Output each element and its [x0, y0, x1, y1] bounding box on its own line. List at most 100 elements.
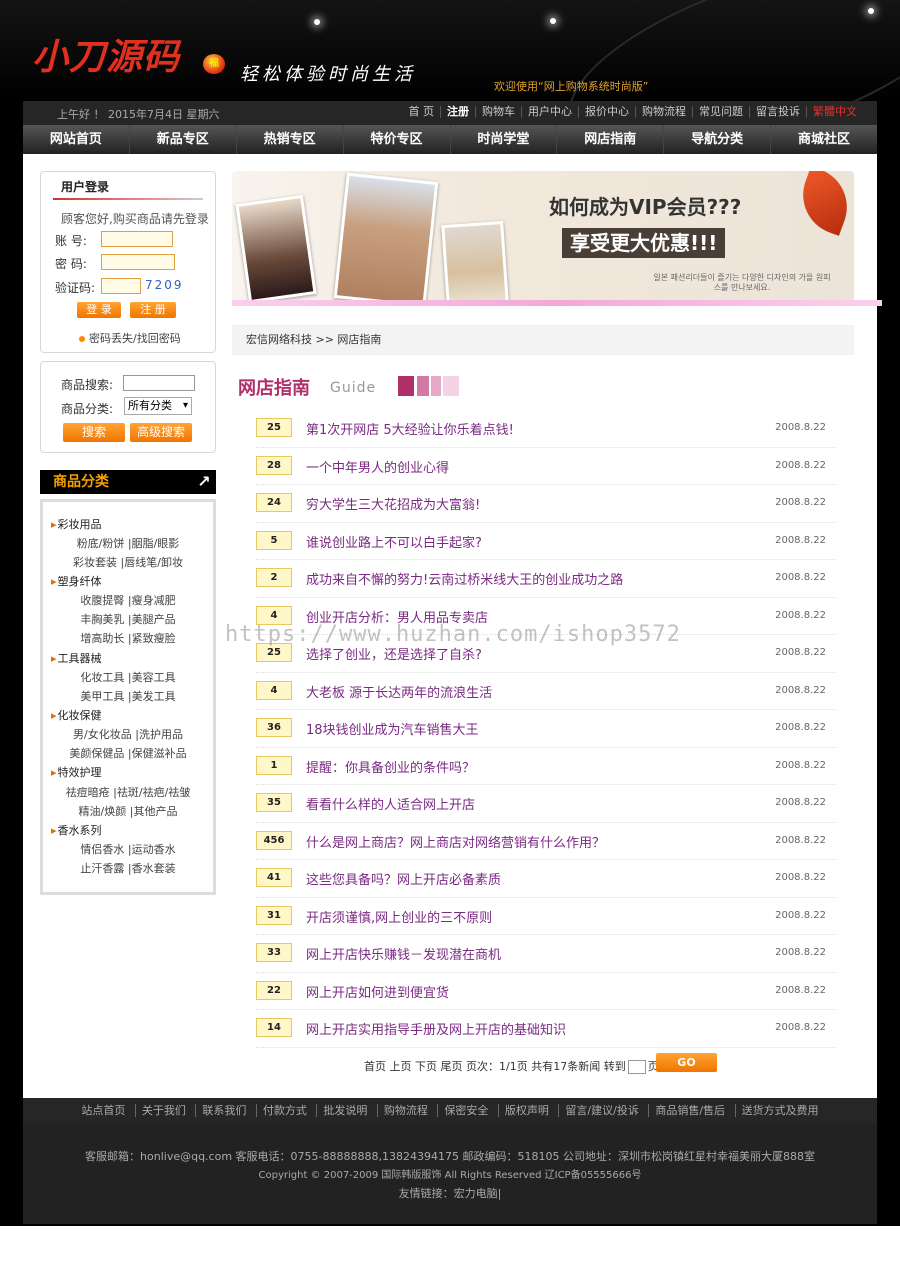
article-title-link[interactable]: 什么是网上商店？网上商店对网络营销有什么作用？: [306, 832, 605, 851]
nav-specials[interactable]: 特价专区: [344, 125, 451, 154]
category-sub[interactable]: 收腹提臀 |瘦身减肥: [43, 592, 213, 608]
footer-link[interactable]: 关于我们: [134, 1104, 192, 1117]
article-title-link[interactable]: 穷大学生三大花招成为大富翁!: [306, 494, 480, 513]
register-button[interactable]: 注 册: [130, 302, 176, 318]
captcha-image[interactable]: 7209: [145, 278, 184, 292]
top-link-cart[interactable]: 购物车: [475, 106, 521, 118]
search-button[interactable]: 搜索: [63, 423, 125, 442]
article-title-link[interactable]: 成功来自不懈的努力!云南过桥米线大王的创业成功之路: [306, 569, 623, 588]
article-title-link[interactable]: 网上开店快乐赚钱－发现潜在商机: [306, 944, 501, 963]
article-title-link[interactable]: 提醒：你具备创业的条件吗？: [306, 757, 475, 776]
top-link-quote-center[interactable]: 报价中心: [578, 106, 635, 118]
page-first[interactable]: 首页: [364, 1060, 386, 1073]
footer-link[interactable]: 付款方式: [255, 1104, 313, 1117]
article-title-link[interactable]: 开店须谨慎,网上创业的三不原则: [306, 907, 492, 926]
arrow-up-right-icon[interactable]: ↗: [194, 472, 214, 492]
nav-home[interactable]: 网站首页: [23, 125, 130, 154]
top-link-user-center[interactable]: 用户中心: [521, 106, 578, 118]
category-sub[interactable]: 男/女化妆品 |洗护用品: [43, 726, 213, 742]
date-greeting: 上午好 ！ 2015年7月4日 星期六: [57, 108, 220, 121]
section-title-decoration: [398, 376, 414, 396]
category-group-special-care[interactable]: 特效护理: [51, 764, 102, 780]
go-button[interactable]: GO: [656, 1053, 717, 1072]
category-group-perfume[interactable]: 香水系列: [51, 822, 102, 838]
site-logo[interactable]: 小刀源码: [32, 28, 180, 80]
footer-link[interactable]: 保密安全: [437, 1104, 495, 1117]
nav-hot-sales[interactable]: 热销专区: [237, 125, 344, 154]
nav-new-products[interactable]: 新品专区: [130, 125, 237, 154]
view-count-badge: 24: [256, 493, 292, 512]
password-input[interactable]: [101, 254, 175, 270]
category-sub[interactable]: 美甲工具 |美发工具: [43, 688, 213, 704]
article-row: 2 成功来自不懈的努力!云南过桥米线大王的创业成功之路 2008.8.22: [256, 560, 836, 598]
footer-link[interactable]: 送货方式及费用: [734, 1104, 825, 1117]
page-next[interactable]: 下页: [415, 1060, 437, 1073]
login-button[interactable]: 登 录: [77, 302, 121, 318]
watermark: https://www.huzhan.com/ishop3572: [225, 622, 681, 647]
article-row: 35 看看什么样的人适合网上开店 2008.8.22: [256, 785, 836, 823]
category-sub[interactable]: 祛痘暗疮 |祛斑/祛疤/祛皱: [43, 784, 213, 800]
category-group-makeup[interactable]: 彩妆用品: [51, 516, 102, 532]
category-sub[interactable]: 情侣香水 |运动香水: [43, 841, 213, 857]
article-title-link[interactable]: 这些您具备吗？网上开店必备素质: [306, 869, 501, 888]
article-row: 41 这些您具备吗？网上开店必备素质 2008.8.22: [256, 860, 836, 898]
category-sub[interactable]: 彩妆套装 |唇线笔/卸妆: [43, 554, 213, 570]
category-sub[interactable]: 止汗香露 |香水套装: [43, 860, 213, 876]
forgot-password-link[interactable]: 密码丢失/找回密码: [79, 330, 181, 346]
category-title: 商品分类: [53, 474, 109, 490]
category-sub[interactable]: 美颜保健品 |保健滋补品: [43, 745, 213, 761]
pagination: 首页 上页 下页 尾页 页次：1/1页 共有17条新闻 转到页: [364, 1058, 659, 1074]
category-group-cosmetics-health[interactable]: 化妆保健: [51, 707, 102, 723]
category-select[interactable]: 所有分类: [124, 397, 192, 415]
top-link-faq[interactable]: 常见问题: [692, 106, 749, 118]
nav-fashion-school[interactable]: 时尚学堂: [451, 125, 558, 154]
footer-friend-links[interactable]: 友情链接：宏力电脑|: [23, 1185, 877, 1201]
footer-link[interactable]: 站点首页: [75, 1104, 131, 1117]
top-link-feedback[interactable]: 留言投诉: [749, 106, 806, 118]
view-count-badge: 33: [256, 943, 292, 962]
star-dot: [868, 8, 874, 14]
page-prev[interactable]: 上页: [390, 1060, 412, 1073]
category-sub[interactable]: 粉底/粉饼 |胭脂/眼影: [43, 535, 213, 551]
article-title-link[interactable]: 谁说创业路上不可以白手起家?: [306, 532, 482, 551]
page-last[interactable]: 尾页: [441, 1060, 463, 1073]
nav-shop-guide[interactable]: 网店指南: [557, 125, 665, 154]
captcha-input[interactable]: [101, 278, 141, 294]
page: 小刀源码 福 轻松体验时尚生活 欢迎使用“网上购物系统时尚版” 上午好 ！ 20…: [0, 0, 900, 1267]
category-group-slimming[interactable]: 塑身纤体: [51, 573, 102, 589]
search-input[interactable]: [123, 375, 195, 391]
article-title-link[interactable]: 网上开店实用指导手册及网上开店的基础知识: [306, 1019, 566, 1038]
article-title-link[interactable]: 18块钱创业成为汽车销售大王: [306, 719, 479, 738]
article-title-link[interactable]: 一个中年男人的创业心得: [306, 457, 449, 476]
article-title-link[interactable]: 大老板 源于长达两年的流浪生活: [306, 682, 492, 701]
footer-link[interactable]: 联系我们: [195, 1104, 253, 1117]
nav-community[interactable]: 商城社区: [771, 125, 877, 154]
top-link-traditional-chinese[interactable]: 繁體中文: [806, 106, 863, 118]
category-sub[interactable]: 精油/焕颜 |其他产品: [43, 803, 213, 819]
category-group-tools[interactable]: 工具器械: [51, 650, 102, 666]
footer-link[interactable]: 商品销售/售后: [648, 1104, 732, 1117]
article-date: 2008.8.22: [775, 872, 826, 883]
article-title-link[interactable]: 网上开店如何进到便宜货: [306, 982, 449, 1001]
category-sub[interactable]: 增高助长 |紧致瘦脸: [43, 630, 213, 646]
top-link-home[interactable]: 首 页: [403, 106, 441, 118]
article-title-link[interactable]: 第1次开网店 5大经验让你乐着点钱!: [306, 419, 514, 438]
article-title-link[interactable]: 看看什么样的人适合网上开店: [306, 794, 475, 813]
page-bottom: [0, 1226, 900, 1267]
top-link-register[interactable]: 注册: [440, 106, 475, 118]
footer-link[interactable]: 留言/建议/投诉: [558, 1104, 645, 1117]
category-sub[interactable]: 丰胸美乳 |美腿产品: [43, 611, 213, 627]
article-date: 2008.8.22: [775, 722, 826, 733]
nav-categories[interactable]: 导航分类: [664, 125, 772, 154]
page-jump-input[interactable]: [627, 1060, 646, 1074]
category-sub[interactable]: 化妆工具 |美容工具: [43, 669, 213, 685]
top-link-shopping-process[interactable]: 购物流程: [635, 106, 692, 118]
account-input[interactable]: [101, 231, 173, 247]
footer-link[interactable]: 购物流程: [376, 1104, 434, 1117]
view-count-badge: 456: [256, 830, 292, 850]
footer-link[interactable]: 批发说明: [316, 1104, 374, 1117]
vip-banner[interactable]: 如何成为VIP会员??? 享受更大优惠!!! 일본 패션리더들이 즐기는 다양한…: [232, 171, 854, 303]
footer-link[interactable]: 版权声明: [497, 1104, 555, 1117]
article-date: 2008.8.22: [775, 459, 826, 471]
advanced-search-button[interactable]: 高级搜索: [130, 423, 192, 442]
